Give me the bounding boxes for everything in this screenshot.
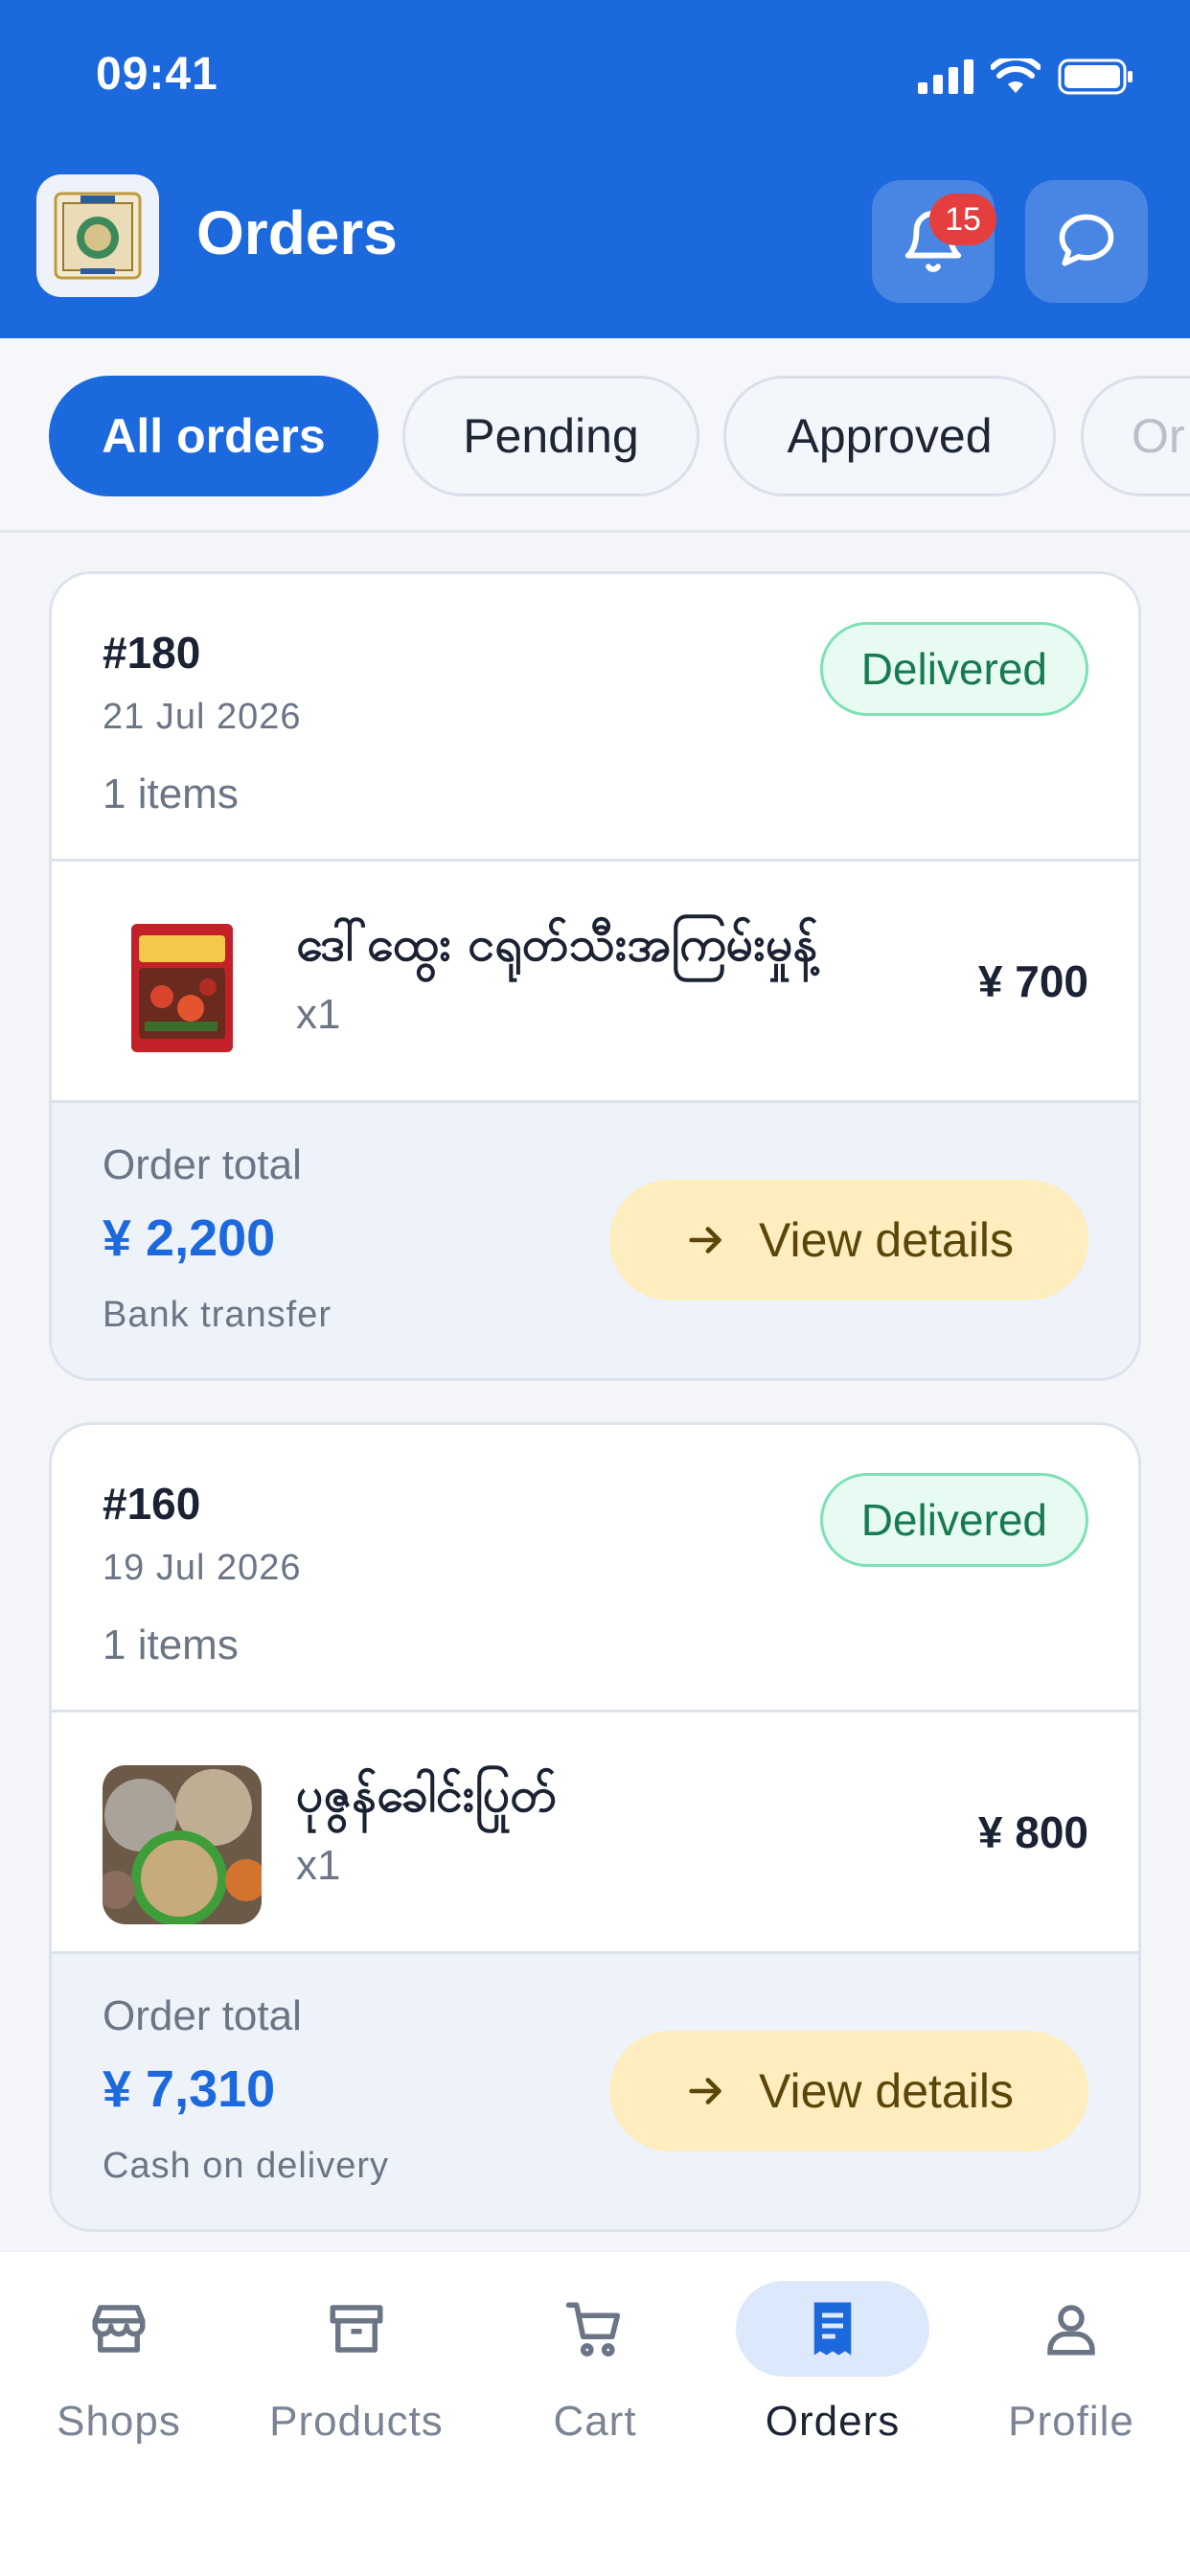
order-card-footer: Order total ¥ 7,310 Cash on delivery Vie… bbox=[52, 1954, 1138, 2229]
view-details-label: View details bbox=[759, 1213, 1014, 1267]
shop-logo[interactable] bbox=[36, 174, 159, 297]
wifi-icon bbox=[991, 58, 1041, 93]
arrow-right-icon bbox=[689, 2078, 721, 2104]
chat-bubble-icon bbox=[1059, 214, 1114, 266]
order-date: 21 Jul 2026 bbox=[103, 697, 302, 737]
order-line-item: ပုဇွန်ခေါင်းပြုတ် x1 ¥ 800 bbox=[52, 1713, 1138, 1954]
nav-label: Products bbox=[269, 2398, 444, 2445]
nav-label: Shops bbox=[57, 2398, 181, 2445]
product-quantity: x1 bbox=[296, 991, 341, 1038]
dried-shrimp-image bbox=[103, 1765, 262, 1924]
nav-item-products[interactable]: Products bbox=[246, 2281, 467, 2472]
tab-overflow[interactable]: Or bbox=[1081, 376, 1190, 496]
order-date: 19 Jul 2026 bbox=[103, 1548, 302, 1588]
payment-method: Cash on delivery bbox=[103, 2146, 390, 2186]
nav-item-orders[interactable]: Orders bbox=[722, 2281, 943, 2472]
order-id: #180 bbox=[103, 628, 201, 678]
receipt-icon bbox=[813, 2302, 852, 2356]
page-title: Orders bbox=[196, 198, 398, 267]
order-filter-tabs: All orders Pending Approved Or bbox=[0, 338, 1190, 533]
order-total-label: Order total bbox=[103, 1141, 302, 1188]
signal-icon bbox=[918, 59, 973, 94]
status-icons bbox=[918, 56, 1134, 98]
app-header: 09:41 Orders 15 bbox=[0, 0, 1190, 338]
status-bar: 09:41 bbox=[0, 0, 1190, 153]
product-name: ပုဇွန်ခေါင်းပြုတ် bbox=[296, 1767, 558, 1823]
product-quantity: x1 bbox=[296, 1842, 341, 1889]
order-card-header: #160 19 Jul 2026 1 items Delivered bbox=[52, 1425, 1138, 1713]
view-details-label: View details bbox=[759, 2064, 1014, 2118]
tab-approved[interactable]: Approved bbox=[723, 376, 1056, 496]
order-item-count: 1 items bbox=[103, 1622, 239, 1668]
notifications-button[interactable]: 15 bbox=[872, 180, 996, 303]
view-details-button[interactable]: View details bbox=[609, 2031, 1088, 2151]
tab-pending[interactable]: Pending bbox=[402, 376, 699, 496]
status-time: 09:41 bbox=[96, 49, 218, 100]
order-item-count: 1 items bbox=[103, 770, 239, 817]
nav-item-cart[interactable]: Cart bbox=[485, 2281, 705, 2472]
battery-icon bbox=[1058, 58, 1133, 95]
app-bar: Orders 15 bbox=[0, 153, 1190, 326]
product-price: ¥ 800 bbox=[977, 1807, 1088, 1857]
cart-icon bbox=[565, 2302, 621, 2357]
nav-label: Cart bbox=[553, 2398, 637, 2445]
status-badge: Delivered bbox=[819, 1473, 1088, 1567]
chili-powder-package-image bbox=[103, 914, 262, 1073]
payment-method: Bank transfer bbox=[103, 1295, 332, 1335]
arrow-right-icon bbox=[689, 1227, 721, 1254]
person-icon bbox=[1047, 2305, 1095, 2356]
product-name: ဒေါ်ထွေး ငရုတ်သီးအကြမ်းမှုန့် bbox=[296, 916, 818, 972]
view-details-button[interactable]: View details bbox=[609, 1180, 1088, 1300]
logo-emblem-icon bbox=[54, 192, 142, 280]
nav-label: Profile bbox=[1008, 2398, 1134, 2445]
tab-all-orders[interactable]: All orders bbox=[49, 376, 378, 496]
nav-item-shops[interactable]: Shops bbox=[9, 2281, 229, 2472]
order-card-header: #180 21 Jul 2026 1 items Delivered bbox=[52, 574, 1138, 862]
product-thumbnail bbox=[103, 1765, 262, 1924]
nav-label: Orders bbox=[765, 2398, 901, 2445]
archive-box-icon bbox=[330, 2305, 383, 2353]
bottom-navigation: Shops Products Cart Orders Profile bbox=[0, 2250, 1190, 2576]
status-badge: Delivered bbox=[819, 622, 1088, 716]
order-line-item: ဒေါ်ထွေး ငရုတ်သီးအကြမ်းမှုန့် x1 ¥ 700 bbox=[52, 862, 1138, 1103]
product-price: ¥ 700 bbox=[977, 956, 1088, 1006]
order-total-label: Order total bbox=[103, 1992, 302, 2039]
product-thumbnail bbox=[103, 914, 262, 1073]
order-card[interactable]: #180 21 Jul 2026 1 items Delivered ဒေါ်ထ… bbox=[49, 571, 1141, 1381]
nav-item-profile[interactable]: Profile bbox=[961, 2281, 1181, 2472]
order-total-value: ¥ 2,200 bbox=[103, 1209, 276, 1267]
notification-badge: 15 bbox=[929, 194, 996, 245]
order-id: #160 bbox=[103, 1479, 201, 1529]
order-total-value: ¥ 7,310 bbox=[103, 2060, 276, 2118]
chat-button[interactable] bbox=[1025, 180, 1148, 303]
order-card[interactable]: #160 19 Jul 2026 1 items Delivered ပုဇွန… bbox=[49, 1422, 1141, 2232]
order-card-footer: Order total ¥ 2,200 Bank transfer View d… bbox=[52, 1103, 1138, 1378]
store-icon bbox=[92, 2305, 146, 2353]
